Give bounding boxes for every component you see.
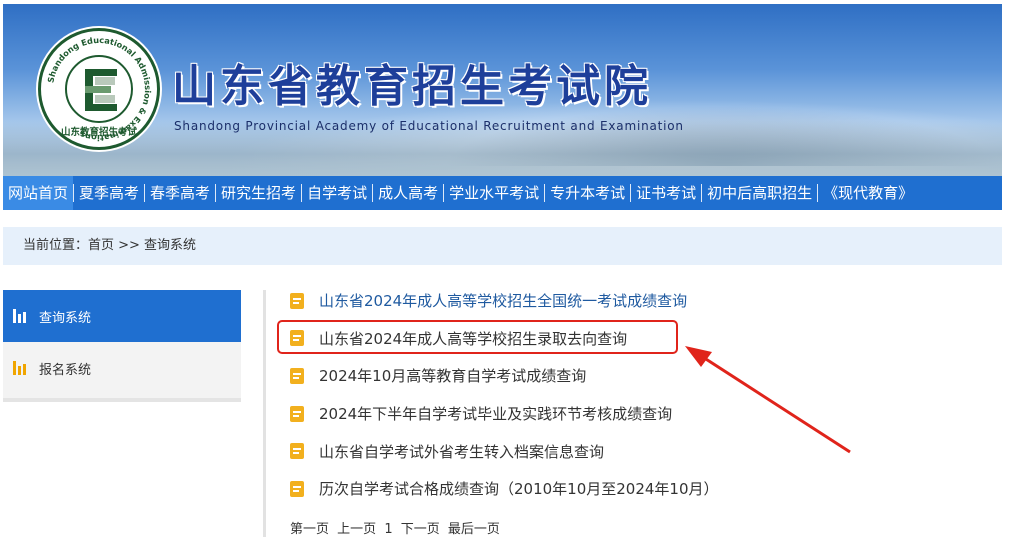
logo-bottom-label: 山东教育招生考试 [61,126,138,138]
site-logo[interactable]: Shandong Educational Admission & Examina… [38,28,160,150]
nav-item-adult-exam[interactable]: 成人高考 [373,176,443,210]
query-list: 山东省2024年成人高等学校招生全国统一考试成绩查询 山东省2024年成人高等学… [290,282,990,508]
next-page-link[interactable]: 下一页 [401,522,440,537]
sidebar-item-registration-system[interactable]: 报名系统 [3,342,241,394]
site-subtitle: Shandong Provincial Academy of Education… [174,119,684,133]
highlight-annotation-box [277,320,678,354]
nav-item-academic-level[interactable]: 学业水平考试 [444,176,544,210]
prev-page-link[interactable]: 上一页 [337,522,376,537]
pagination: 第一页 上一页 1 下一页 最后一页 [290,518,504,537]
list-item[interactable]: 山东省自学考试外省考生转入档案信息查询 [290,432,990,470]
nav-item-spring-exam[interactable]: 春季高考 [145,176,215,210]
list-item-label: 历次自学考试合格成绩查询（2010年10月至2024年10月） [319,480,719,499]
sidebar-item-label: 查询系统 [39,310,92,326]
sidebar-item-label: 报名系统 [39,362,92,378]
bar-chart-icon [13,309,27,323]
sidebar: 查询系统 报名系统 [3,290,241,402]
list-item[interactable]: 2024年10月高等教育自学考试成绩查询 [290,357,990,395]
nav-item-home[interactable]: 网站首页 [3,176,74,210]
content-divider [263,290,266,537]
list-item-label: 2024年下半年自学考试毕业及实践环节考核成绩查询 [319,405,673,424]
last-page-link[interactable]: 最后一页 [448,522,500,537]
document-icon [290,405,304,422]
nav-item-upgrade-exam[interactable]: 专升本考试 [545,176,630,210]
list-item[interactable]: 2024年下半年自学考试毕业及实践环节考核成绩查询 [290,395,990,433]
list-item[interactable]: 山东省2024年成人高等学校招生全国统一考试成绩查询 [290,282,990,320]
document-icon [290,292,304,309]
list-item-label: 山东省2024年成人高等学校招生全国统一考试成绩查询 [319,292,688,311]
list-item-label: 山东省自学考试外省考生转入档案信息查询 [319,442,605,461]
list-item[interactable]: 历次自学考试合格成绩查询（2010年10月至2024年10月） [290,470,990,508]
nav-item-modern-education[interactable]: 《现代教育》 [818,176,918,210]
first-page-link[interactable]: 第一页 [290,522,329,537]
bar-chart-icon [13,361,27,375]
nav-item-certificate[interactable]: 证书考试 [631,176,701,210]
logo-e-icon [85,69,117,111]
main-nav: 网站首页 夏季高考 春季高考 研究生招考 自学考试 成人高考 学业水平考试 专升… [3,176,1002,210]
list-item-label: 2024年10月高等教育自学考试成绩查询 [319,367,587,386]
document-icon [290,480,304,497]
nav-item-vocational[interactable]: 初中后高职招生 [702,176,817,210]
nav-item-self-study[interactable]: 自学考试 [302,176,372,210]
sidebar-item-query-system[interactable]: 查询系统 [3,290,241,342]
nav-item-graduate[interactable]: 研究生招考 [216,176,301,210]
document-icon [290,367,304,384]
nav-item-summer-exam[interactable]: 夏季高考 [74,176,144,210]
document-icon [290,443,304,460]
breadcrumb: 当前位置：首页 >> 查询系统 [3,227,1002,265]
current-page: 1 [384,522,393,537]
logo-emblem [65,55,133,123]
site-title: 山东省教育招生考试院 [172,61,652,112]
